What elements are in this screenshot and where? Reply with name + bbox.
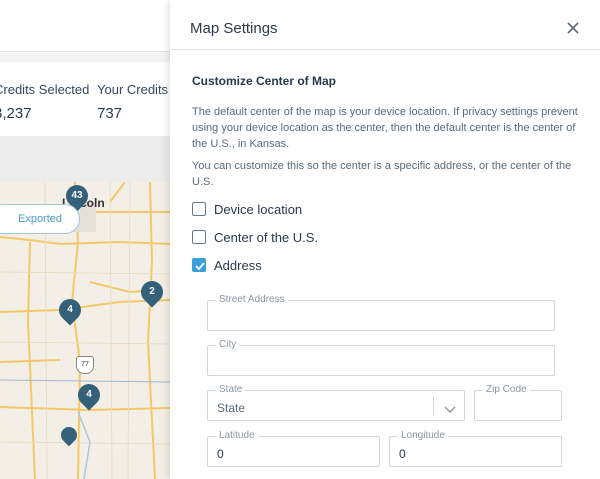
street-address-field[interactable]: Street Address [207, 294, 555, 331]
close-icon[interactable] [566, 21, 580, 35]
modal-header: Map Settings [170, 0, 600, 50]
modal-title: Map Settings [190, 20, 278, 37]
latitude-input[interactable] [217, 447, 370, 461]
option-label: Address [214, 257, 262, 273]
stat-label: Credits Selected [0, 82, 90, 97]
option-center-us[interactable]: Center of the U.S. [192, 228, 584, 246]
map-pin[interactable]: 4 [54, 294, 86, 326]
map-pin[interactable]: 2 [136, 276, 168, 308]
field-label: Street Address [216, 294, 288, 305]
option-address[interactable]: Address [192, 256, 584, 274]
field-label: Latitude [216, 430, 258, 441]
description: You can customize this so the center is … [192, 160, 572, 188]
field-label: City [216, 339, 240, 350]
field-label: Zip Code [483, 384, 530, 395]
field-label: Longitude [398, 430, 448, 441]
description: The default center of the map is your de… [192, 106, 578, 150]
field-label: State [216, 384, 246, 395]
pin-count: 4 [86, 389, 92, 400]
stat-credits-selected: Credits Selected 3,237 [0, 82, 89, 122]
stat-value: 737 [97, 105, 123, 122]
section-title: Customize Center of Map [192, 74, 337, 88]
map-pin[interactable]: 4 [73, 379, 105, 411]
option-label: Device location [214, 201, 303, 217]
map-settings-modal: Map Settings Customize Center of Map The… [170, 0, 600, 479]
zip-code-input[interactable] [484, 401, 552, 415]
city-input[interactable] [217, 356, 545, 370]
stat-your-credits: Your Credits A 737 [97, 82, 180, 122]
zip-code-field[interactable]: Zip Code [474, 384, 562, 421]
select-divider [433, 397, 434, 415]
longitude-input[interactable] [399, 447, 552, 461]
stat-value: 3,237 [0, 105, 32, 122]
option-device-location[interactable]: Device location [192, 200, 584, 218]
state-value: State [217, 401, 246, 415]
option-label: Center of the U.S. [214, 229, 319, 245]
state-select[interactable]: State State [207, 384, 465, 421]
chevron-down-icon[interactable] [444, 401, 456, 419]
pin-count: 4 [67, 304, 73, 315]
stat-label: Your Credits A [97, 82, 180, 97]
street-address-input[interactable] [217, 311, 545, 325]
checkbox[interactable] [192, 202, 206, 216]
checkbox[interactable] [192, 230, 206, 244]
longitude-field[interactable]: Longitude [389, 430, 562, 467]
modal-body: Customize Center of Map The default cent… [192, 74, 584, 283]
highway-shield: 77 [76, 356, 94, 374]
checkbox-checked[interactable] [192, 258, 206, 272]
city-field[interactable]: City [207, 339, 555, 376]
latitude-field[interactable]: Latitude [207, 430, 380, 467]
checkmark-icon [195, 262, 205, 271]
pin-count: 2 [149, 286, 155, 297]
exported-badge[interactable]: Exported [0, 204, 80, 234]
